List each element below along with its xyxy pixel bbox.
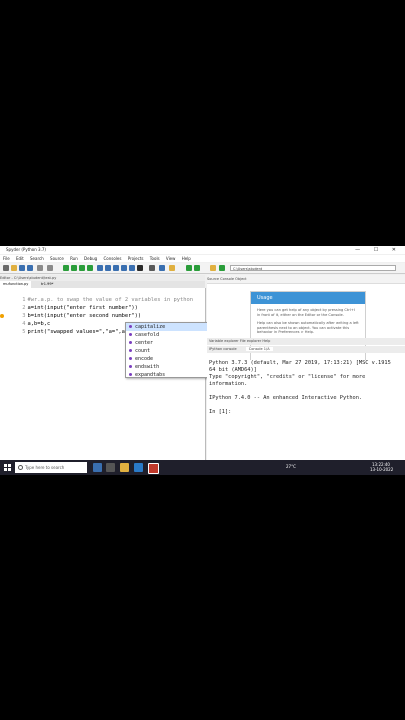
autocomplete-item[interactable]: endswith xyxy=(126,363,216,371)
spyder-taskbar-icon[interactable] xyxy=(148,463,159,474)
usage-title: Usage xyxy=(251,292,365,304)
save-icon[interactable] xyxy=(19,265,25,271)
menu-consoles[interactable]: Consoles xyxy=(103,256,121,261)
debug-icon[interactable] xyxy=(97,265,103,271)
run-icon[interactable] xyxy=(63,265,69,271)
app-icon[interactable] xyxy=(106,463,115,472)
help-source-bar[interactable]: Source Console Object xyxy=(207,275,405,284)
windows-taskbar: Type here to search 27°C 13:22:40 13-10-… xyxy=(0,460,405,475)
usage-text: Help can also be shown automatically aft… xyxy=(257,321,359,335)
code-line: 4 a,b=b,c xyxy=(0,312,50,327)
console-line: Python 3.7.3 (default, Mar 27 2019, 17:1… xyxy=(209,360,391,366)
windows-start-icon[interactable] xyxy=(4,464,11,471)
save-all-icon[interactable] xyxy=(27,265,33,271)
console-line: information. xyxy=(209,381,248,387)
run-cell-icon[interactable] xyxy=(71,265,77,271)
working-directory-input[interactable]: C:\Users\student xyxy=(230,265,396,271)
run-selection-icon[interactable] xyxy=(87,265,93,271)
tab-tr1[interactable]: tr1.99* xyxy=(38,281,56,288)
menu-edit[interactable]: Edit xyxy=(16,256,24,261)
autocomplete-item[interactable]: casefold xyxy=(126,331,216,339)
autocomplete-item[interactable]: count xyxy=(126,347,216,355)
autocomplete-item[interactable]: center xyxy=(126,339,216,347)
autocomplete-item[interactable]: capitalize xyxy=(126,323,216,331)
print-icon[interactable] xyxy=(37,265,43,271)
console-prompt: In [1]: xyxy=(209,409,232,415)
search-placeholder: Type here to search xyxy=(25,465,65,470)
back-arrow-icon[interactable] xyxy=(186,265,192,271)
usage-text: Here you can get help of any object by p… xyxy=(257,308,355,317)
console-line: 64 bit (AMD64)] xyxy=(209,367,257,373)
toolbar: C:\Users\student xyxy=(0,263,405,274)
stop-icon[interactable] xyxy=(137,265,143,271)
console-line: IPython 7.4.0 -- An enhanced Interactive… xyxy=(209,395,363,401)
editor-tabs: mufunction.py tr1.99* xyxy=(0,281,205,288)
menu-view[interactable]: View xyxy=(166,256,176,261)
console-line: Type "copyright", "credits" or "license"… xyxy=(209,374,366,380)
menu-help[interactable]: Help xyxy=(182,256,191,261)
menu-debug[interactable]: Debug xyxy=(84,256,97,261)
code-line: 2 a=int(input("enter first number")) xyxy=(0,296,138,311)
code-line: 3 b=int(input("enter second number")) xyxy=(0,304,141,319)
file-explorer-icon[interactable] xyxy=(120,463,129,472)
menu-file[interactable]: File xyxy=(3,256,10,261)
autocomplete-item[interactable]: encode xyxy=(126,355,216,363)
tab-console-1[interactable]: Console 1/A xyxy=(245,347,273,351)
menu-search[interactable]: Search xyxy=(30,256,44,261)
maximize-pane-icon[interactable] xyxy=(149,265,155,271)
ipython-console[interactable]: Python 3.7.3 (default, Mar 27 2019, 17:1… xyxy=(207,360,405,460)
tab-mufunction[interactable]: mufunction.py xyxy=(0,281,32,288)
working-dir-folder-icon[interactable] xyxy=(210,265,216,271)
task-view-icon[interactable] xyxy=(93,463,102,472)
method-icon xyxy=(129,333,132,336)
forward-arrow-icon[interactable] xyxy=(194,265,200,271)
menu-run[interactable]: Run xyxy=(70,256,78,261)
run-cell-advance-icon[interactable] xyxy=(79,265,85,271)
step-into-icon[interactable] xyxy=(113,265,119,271)
python-logo-icon[interactable] xyxy=(169,265,175,271)
method-icon xyxy=(129,373,132,376)
clock-date[interactable]: 13-10-2022 xyxy=(370,467,393,472)
window-title: Spyder (Python 3.7) xyxy=(6,247,46,252)
window-controls[interactable]: — ☐ ✕ xyxy=(355,246,402,254)
method-icon xyxy=(129,325,132,328)
menu-tools[interactable]: Tools xyxy=(150,256,160,261)
menu-projects[interactable]: Projects xyxy=(128,256,144,261)
method-icon xyxy=(129,365,132,368)
method-icon xyxy=(129,357,132,360)
code-line: 1 #wr.a.p. to swap the value of 2 variabl… xyxy=(0,288,193,303)
taskbar-search-box[interactable]: Type here to search xyxy=(15,462,87,473)
pane-tabs[interactable]: Variable explorer File explorer Help xyxy=(209,339,270,343)
ipython-console-header: IPython console Console 1/A xyxy=(207,346,405,353)
menu-source[interactable]: Source xyxy=(50,256,64,261)
autocomplete-item[interactable]: expandtabs xyxy=(126,371,216,377)
step-return-icon[interactable] xyxy=(121,265,127,271)
new-file-icon[interactable] xyxy=(3,265,9,271)
preferences-icon[interactable] xyxy=(47,265,53,271)
autocomplete-popup[interactable]: capitalize casefold center count encode … xyxy=(125,322,217,378)
search-icon xyxy=(18,465,23,470)
python-path-icon[interactable] xyxy=(159,265,165,271)
method-icon xyxy=(129,341,132,344)
console-tabs-bar: Variable explorer File explorer Help xyxy=(207,338,405,345)
parent-dir-icon[interactable] xyxy=(219,265,225,271)
title-bar: Spyder (Python 3.7) — ☐ ✕ xyxy=(0,246,405,254)
step-icon[interactable] xyxy=(105,265,111,271)
spyder-screen: Spyder (Python 3.7) — ☐ ✕ File Edit Sear… xyxy=(0,246,405,475)
method-icon xyxy=(129,349,132,352)
line-number: 5 xyxy=(22,329,26,335)
menu-bar: File Edit Search Source Run Debug Consol… xyxy=(0,255,405,262)
weather-temperature[interactable]: 27°C xyxy=(286,464,296,469)
open-folder-icon[interactable] xyxy=(11,265,17,271)
continue-icon[interactable] xyxy=(129,265,135,271)
browser-icon[interactable] xyxy=(134,463,143,472)
console-title: IPython console xyxy=(209,347,237,351)
